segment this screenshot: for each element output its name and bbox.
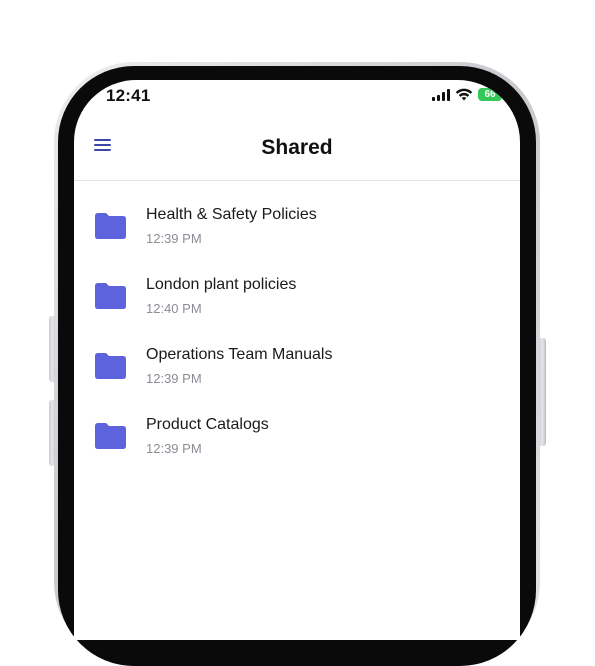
folder-time: 12:40 PM	[146, 301, 202, 316]
folder-name: Product Catalogs	[146, 416, 269, 433]
folder-icon	[95, 423, 126, 449]
folder-time: 12:39 PM	[146, 231, 202, 246]
power-button	[539, 338, 546, 446]
battery-icon: 66	[478, 88, 505, 101]
status-bar: 12:41 66	[74, 80, 520, 114]
folder-icon	[95, 283, 126, 309]
list-item[interactable]: London plant policies 12:40 PM	[74, 250, 520, 320]
folder-icon	[95, 213, 126, 239]
app-header: Shared	[74, 114, 520, 181]
folder-time: 12:39 PM	[146, 441, 202, 456]
signal-icon	[432, 88, 450, 101]
battery-level: 66	[484, 89, 496, 100]
page-title: Shared	[261, 136, 333, 159]
folder-list: Health & Safety Policies 12:39 PM London…	[74, 180, 520, 460]
phone-screen: 12:41 66 Shared Health & Safety Policies…	[74, 80, 520, 640]
folder-icon	[95, 353, 126, 379]
status-icons: 66	[432, 88, 505, 101]
folder-name: Health & Safety Policies	[146, 206, 317, 223]
list-item[interactable]: Product Catalogs 12:39 PM	[74, 390, 520, 460]
status-time: 12:41	[106, 86, 151, 105]
list-item[interactable]: Operations Team Manuals 12:39 PM	[74, 320, 520, 390]
folder-name: London plant policies	[146, 276, 297, 293]
folder-name: Operations Team Manuals	[146, 346, 333, 363]
wifi-icon	[455, 88, 473, 101]
list-item[interactable]: Health & Safety Policies 12:39 PM	[74, 180, 520, 250]
folder-time: 12:39 PM	[146, 371, 202, 386]
